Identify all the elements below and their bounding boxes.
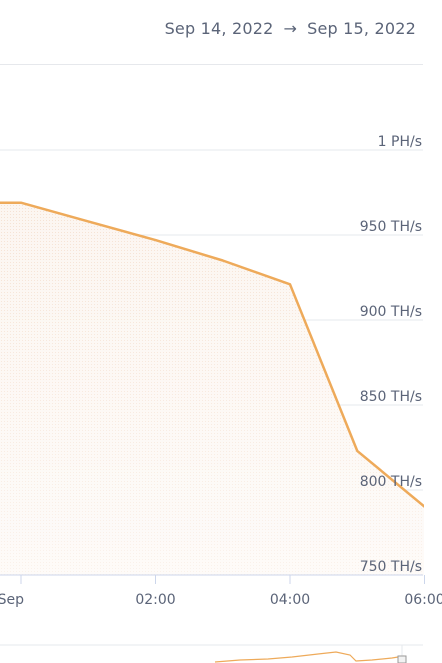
x-tick-label: 04:00 <box>270 592 310 608</box>
navigator <box>0 644 423 663</box>
hashrate-chart[interactable]: 1 PH/s 950 TH/s 900 TH/s 850 TH/s 800 TH/s 75… <box>0 0 442 663</box>
y-tick-label: 950 TH/s <box>360 219 422 235</box>
navigator-handle[interactable] <box>397 655 407 663</box>
x-tick-label: 15. Sep <box>0 592 24 608</box>
y-tick-label: 750 TH/s <box>360 559 422 575</box>
x-tick-label: 06:00 <box>404 592 442 608</box>
y-tick-label: 850 TH/s <box>360 389 422 405</box>
y-tick-label: 800 TH/s <box>360 474 422 490</box>
y-tick-label: 900 TH/s <box>360 304 422 320</box>
y-tick-label: 1 PH/s <box>378 134 422 150</box>
x-axis <box>0 574 425 584</box>
x-axis-labels: 15. Sep 02:00 04:00 06:00 <box>0 592 442 608</box>
x-tick-label: 02:00 <box>135 592 175 608</box>
navigator-series <box>214 651 405 663</box>
